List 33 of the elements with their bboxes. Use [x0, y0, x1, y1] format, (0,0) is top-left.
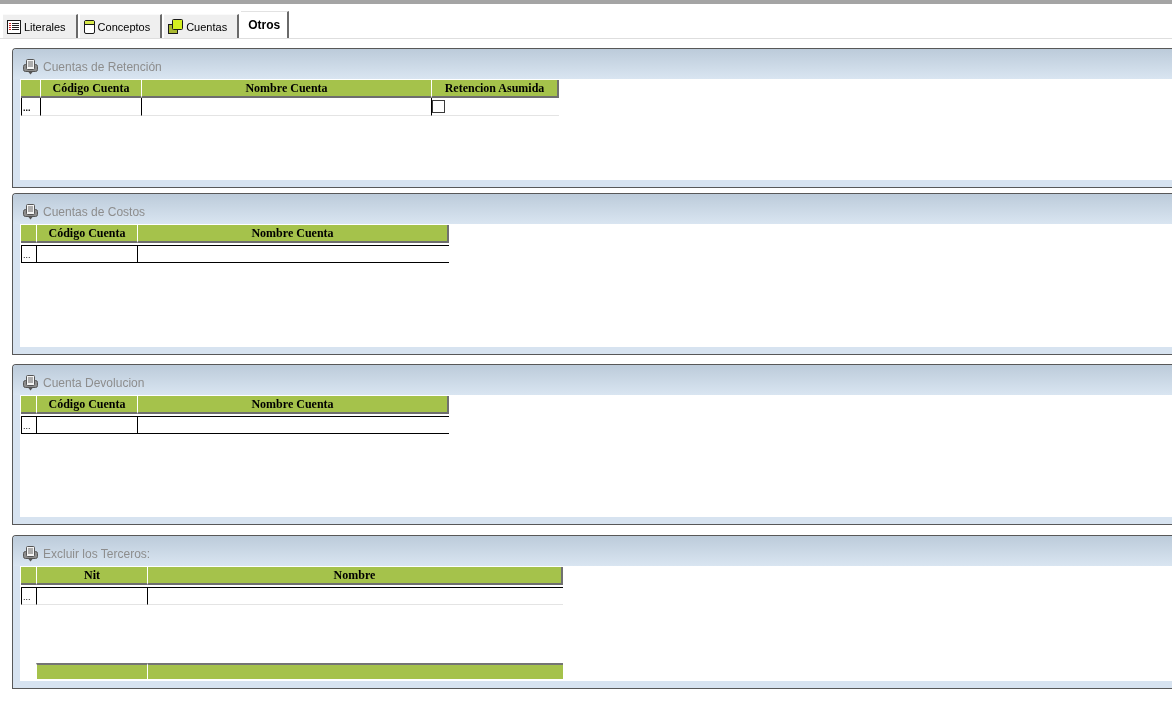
- row-indicator: ...: [21, 98, 40, 116]
- column-header: Código Cuenta: [40, 80, 141, 98]
- tab[interactable]: Literales: [3, 14, 78, 38]
- row-indicator: ...: [21, 587, 36, 605]
- checkbox[interactable]: [432, 100, 445, 113]
- row-header-corner: [21, 396, 36, 414]
- column-header: Código Cuenta: [36, 396, 137, 414]
- list-icon: [7, 19, 21, 34]
- squares-icon: [168, 19, 184, 34]
- panel-title: Excluir los Terceros:: [43, 547, 151, 562]
- row-indicator: ...: [21, 245, 36, 263]
- printer-icon: [23, 375, 38, 391]
- printer-icon: [23, 204, 38, 220]
- column-header: Nit: [36, 567, 147, 585]
- row-header-corner: [21, 225, 36, 243]
- printer-icon: [23, 59, 38, 75]
- column-header: Retencion Asumida: [431, 80, 559, 98]
- column-header: Nombre Cuenta: [141, 80, 431, 98]
- column-header: Nombre: [147, 567, 563, 585]
- panel-title: Cuenta Devolucion: [43, 376, 145, 391]
- row-indicator: ...: [21, 416, 36, 434]
- printer-icon: [23, 546, 38, 562]
- row-header-corner: [21, 567, 36, 585]
- row-header-corner: [21, 80, 40, 98]
- panel-title: Cuentas de Retención: [43, 60, 162, 75]
- jar-icon: [83, 19, 95, 34]
- column-header: Nombre Cuenta: [137, 396, 449, 414]
- column-header: Código Cuenta: [36, 225, 137, 243]
- tab[interactable]: Conceptos: [79, 14, 163, 38]
- column-header: Nombre Cuenta: [137, 225, 449, 243]
- tab[interactable]: Otros: [241, 11, 290, 38]
- panel-title: Cuentas de Costos: [43, 205, 146, 220]
- tab[interactable]: Cuentas: [164, 14, 240, 38]
